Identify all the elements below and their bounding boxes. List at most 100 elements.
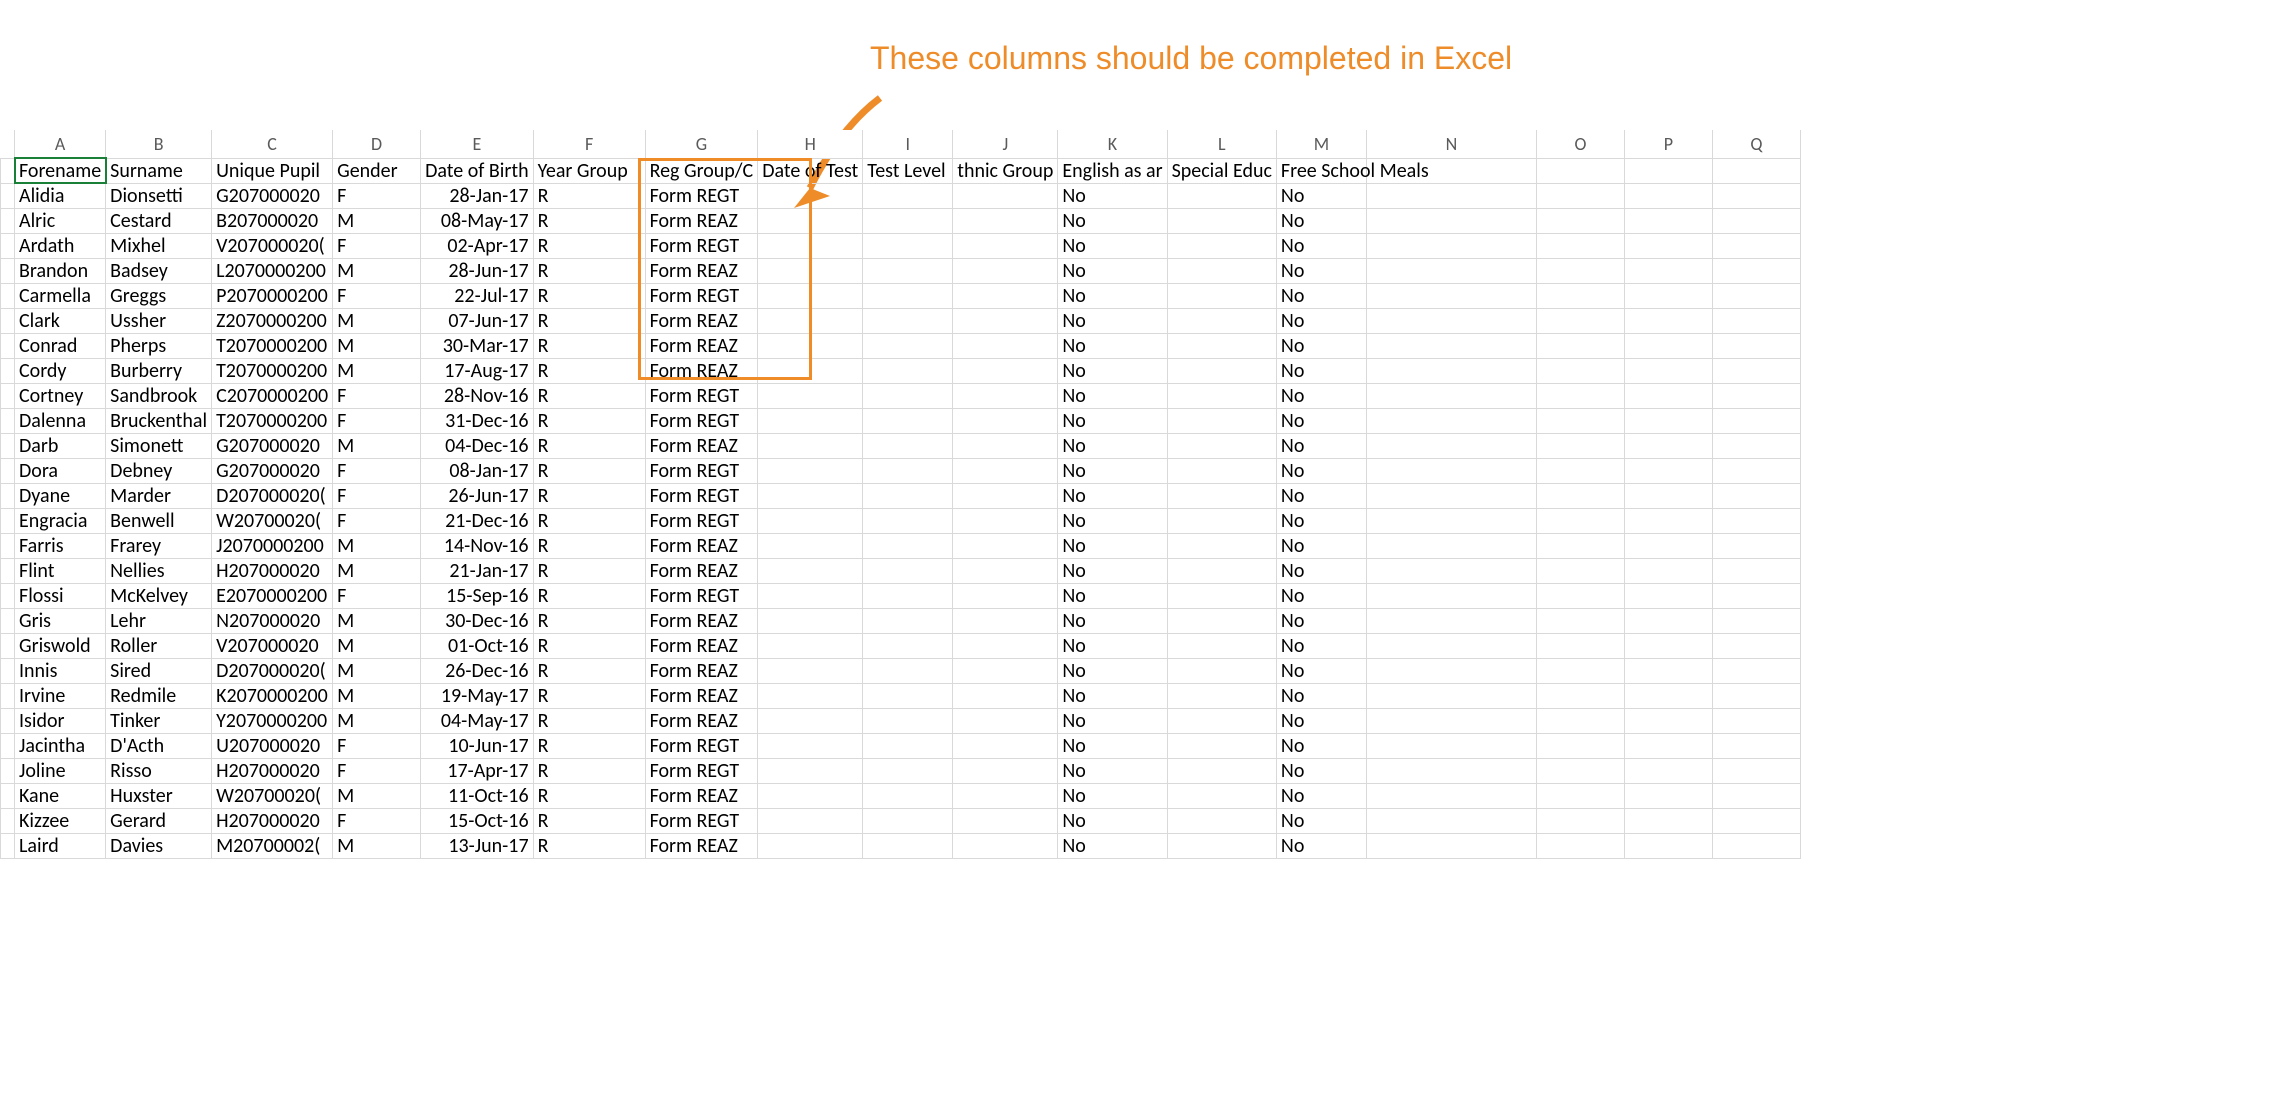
cell-fsm[interactable]: No <box>1276 433 1366 458</box>
cell-surname[interactable]: McKelvey <box>106 583 212 608</box>
cell-upn[interactable]: T2070000200 <box>212 333 333 358</box>
cell-date-of-test[interactable] <box>758 733 863 758</box>
cell-fsm[interactable]: No <box>1276 383 1366 408</box>
cell-test-level[interactable] <box>863 583 953 608</box>
spreadsheet[interactable]: ABCDEFGHIJKLMNOPQ ForenameSurnameUnique … <box>0 130 2274 859</box>
cell[interactable] <box>1624 383 1712 408</box>
cell-upn[interactable]: T2070000200 <box>212 408 333 433</box>
cell-dob[interactable]: 11-Oct-16 <box>421 783 533 808</box>
gutter[interactable] <box>1 733 15 758</box>
cell[interactable] <box>1712 233 1800 258</box>
cell[interactable] <box>1366 208 1536 233</box>
gutter[interactable] <box>1 158 15 183</box>
gutter[interactable] <box>1 483 15 508</box>
cell-surname[interactable]: Cestard <box>106 208 212 233</box>
cell-reggroup[interactable]: Form REAZ <box>645 683 758 708</box>
cell-fsm[interactable]: No <box>1276 408 1366 433</box>
cell-date-of-test[interactable] <box>758 258 863 283</box>
cell[interactable] <box>1366 833 1536 858</box>
cell-test-level[interactable] <box>863 683 953 708</box>
cell-ethnic-group[interactable] <box>953 208 1058 233</box>
cell-surname[interactable]: Lehr <box>106 608 212 633</box>
gutter[interactable] <box>1 583 15 608</box>
cell-yeargroup[interactable]: R <box>533 308 645 333</box>
cell-sen[interactable] <box>1167 558 1276 583</box>
cell[interactable] <box>1536 633 1624 658</box>
cell-surname[interactable]: D'Acth <box>106 733 212 758</box>
column-header[interactable]: I <box>863 130 953 158</box>
cell-surname[interactable]: Greggs <box>106 283 212 308</box>
cell-reggroup[interactable]: Form REAZ <box>645 258 758 283</box>
cell-ethnic-group[interactable] <box>953 233 1058 258</box>
cell-dob[interactable]: 19-May-17 <box>421 683 533 708</box>
cell-reggroup[interactable]: Form REGT <box>645 183 758 208</box>
column-header[interactable]: K <box>1058 130 1167 158</box>
cell-yeargroup[interactable]: R <box>533 833 645 858</box>
cell-date-of-test[interactable] <box>758 708 863 733</box>
cell-sen[interactable] <box>1167 708 1276 733</box>
cell-forename[interactable]: Cortney <box>15 383 106 408</box>
cell-test-level[interactable] <box>863 758 953 783</box>
cell-gender[interactable]: M <box>333 683 421 708</box>
cell-sen[interactable] <box>1167 508 1276 533</box>
cell-ethnic-group[interactable] <box>953 408 1058 433</box>
cell[interactable] <box>1624 533 1712 558</box>
cell-test-level[interactable] <box>863 333 953 358</box>
cell-eal[interactable]: No <box>1058 708 1167 733</box>
cell[interactable] <box>1624 358 1712 383</box>
cell[interactable] <box>1366 358 1536 383</box>
cell-surname[interactable]: Burberry <box>106 358 212 383</box>
column-header[interactable]: N <box>1366 130 1536 158</box>
cell[interactable] <box>1536 308 1624 333</box>
cell-gender[interactable]: F <box>333 583 421 608</box>
cell-reggroup[interactable]: Form REGT <box>645 808 758 833</box>
cell-yeargroup[interactable]: R <box>533 508 645 533</box>
cell-upn[interactable]: G207000020 <box>212 433 333 458</box>
cell[interactable] <box>1536 258 1624 283</box>
cell[interactable] <box>1624 183 1712 208</box>
cell-fsm[interactable]: No <box>1276 708 1366 733</box>
cell-dob[interactable]: 15-Sep-16 <box>421 583 533 608</box>
gutter[interactable] <box>1 333 15 358</box>
cell-eal[interactable]: No <box>1058 508 1167 533</box>
cell-upn[interactable]: Z2070000200 <box>212 308 333 333</box>
cell[interactable] <box>1712 833 1800 858</box>
cell-forename[interactable]: Gris <box>15 608 106 633</box>
cell-yeargroup[interactable]: R <box>533 408 645 433</box>
cell-forename[interactable]: Alric <box>15 208 106 233</box>
cell[interactable] <box>1536 408 1624 433</box>
column-header[interactable]: A <box>15 130 106 158</box>
cell-upn[interactable]: Y2070000200 <box>212 708 333 733</box>
cell-fsm[interactable]: No <box>1276 558 1366 583</box>
column-header[interactable] <box>1 130 15 158</box>
column-header[interactable]: C <box>212 130 333 158</box>
cell-forename[interactable]: Ardath <box>15 233 106 258</box>
cell-date-of-test[interactable] <box>758 808 863 833</box>
cell-sen[interactable] <box>1167 383 1276 408</box>
cell-yeargroup[interactable]: R <box>533 808 645 833</box>
cell-eal[interactable]: No <box>1058 183 1167 208</box>
cell-test-level[interactable] <box>863 408 953 433</box>
cell-eal[interactable]: No <box>1058 608 1167 633</box>
cell-test-level[interactable] <box>863 808 953 833</box>
cell[interactable] <box>1624 658 1712 683</box>
cell-forename[interactable]: Dalenna <box>15 408 106 433</box>
cell-sen[interactable] <box>1167 208 1276 233</box>
cell-dob[interactable]: 07-Jun-17 <box>421 308 533 333</box>
cell[interactable] <box>1624 308 1712 333</box>
cell[interactable] <box>1624 458 1712 483</box>
gutter[interactable] <box>1 608 15 633</box>
cell-fsm[interactable]: No <box>1276 833 1366 858</box>
cell[interactable] <box>1366 433 1536 458</box>
cell-surname[interactable]: Davies <box>106 833 212 858</box>
header-gender[interactable]: Gender <box>333 158 421 183</box>
cell-forename[interactable]: Dora <box>15 458 106 483</box>
cell[interactable] <box>1536 583 1624 608</box>
cell[interactable] <box>1712 433 1800 458</box>
cell-date-of-test[interactable] <box>758 683 863 708</box>
cell-test-level[interactable] <box>863 783 953 808</box>
cell[interactable] <box>1366 808 1536 833</box>
cell-date-of-test[interactable] <box>758 433 863 458</box>
cell-gender[interactable]: F <box>333 808 421 833</box>
cell-gender[interactable]: F <box>333 483 421 508</box>
